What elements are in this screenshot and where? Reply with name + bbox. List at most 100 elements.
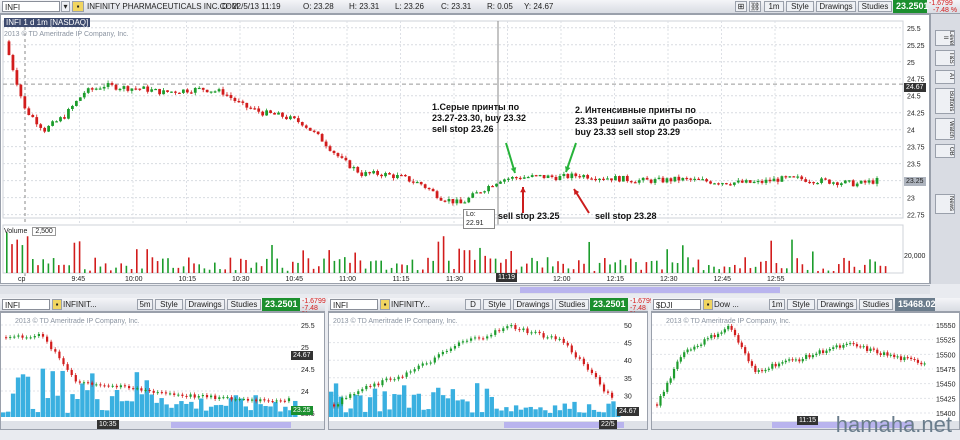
volume-bar — [661, 269, 663, 273]
sidebar-tab-at[interactable]: AT — [935, 70, 955, 84]
volume-bar — [718, 269, 720, 273]
candle-body — [67, 108, 70, 119]
volume-bar — [281, 267, 284, 273]
candle-body — [58, 351, 61, 359]
studies-button[interactable]: Studies — [858, 1, 892, 12]
link-icon[interactable]: ▪ — [72, 1, 84, 12]
volume-bar — [611, 401, 616, 417]
bl-toolbar: INFI ▪ INFINIT... 5m Style Drawings Stud… — [0, 298, 326, 318]
sidebar-tab-buttons[interactable]: Buttons — [935, 88, 955, 114]
candle-body — [17, 335, 20, 337]
grid-icon[interactable]: ⊞ — [735, 1, 747, 12]
br-style-button[interactable]: Style — [787, 299, 815, 310]
candle-body — [110, 83, 114, 85]
candle-body — [185, 395, 188, 397]
volume-bar — [422, 269, 424, 273]
bl-drawings-button[interactable]: Drawings — [185, 299, 225, 310]
br-interval-button[interactable]: 1m — [769, 299, 785, 310]
candle-body — [614, 176, 617, 181]
volume-bar — [604, 258, 606, 273]
candle-body — [177, 394, 180, 396]
candle-body — [400, 175, 403, 177]
candle-body — [839, 183, 843, 186]
bl-link-icon[interactable]: ▪ — [52, 299, 62, 310]
interval-button[interactable]: 1m — [764, 1, 784, 12]
axis-tick-label: 25.5 — [301, 323, 315, 330]
candle-body — [683, 352, 686, 358]
candle-body — [132, 388, 135, 390]
axis-tick-label: 15475 — [936, 367, 956, 374]
br-symbol-input[interactable]: $DJI — [653, 299, 701, 310]
volume-bar — [505, 259, 507, 273]
volume-bar — [567, 268, 570, 273]
style-button[interactable]: Style — [786, 1, 814, 12]
bm-studies-button[interactable]: Studies — [555, 299, 589, 310]
symbol-input[interactable]: INFI — [2, 1, 60, 12]
candle-body — [281, 112, 284, 117]
bm-interval-button[interactable]: D — [465, 299, 481, 310]
candle-body — [285, 116, 288, 120]
candle-body — [103, 385, 106, 387]
main-scrollbar[interactable] — [0, 285, 930, 294]
volume-bar — [635, 262, 637, 273]
candle-body — [197, 396, 200, 398]
br-link-icon[interactable]: ▪ — [703, 299, 713, 310]
bl-style-button[interactable]: Style — [155, 299, 183, 310]
candle-body — [209, 91, 213, 93]
sidebar-tab-ts[interactable]: T&S — [935, 50, 955, 66]
drawings-button[interactable]: Drawings — [816, 1, 856, 12]
main-price-chart[interactable]: 25.525.252524.7524.524.252423.7523.523.2… — [1, 15, 929, 283]
volume-bar — [656, 260, 658, 273]
time-tick-label: cp — [18, 276, 26, 283]
volume-bar — [562, 263, 564, 273]
bm-link-icon[interactable]: ▪ — [380, 299, 390, 310]
volume-bar — [26, 236, 29, 273]
volume-bar — [484, 388, 490, 417]
volume-bar — [6, 232, 8, 273]
candle-body — [720, 332, 723, 334]
volume-bar — [104, 410, 110, 417]
sidebar-tab-level2[interactable]: Level II — [935, 30, 955, 46]
bm-symbol-input[interactable]: INFI — [330, 299, 378, 310]
bm-style-button[interactable]: Style — [483, 299, 511, 310]
price-tick-label: 24.5 — [907, 94, 921, 101]
bl-symbol-input[interactable]: INFI — [2, 299, 50, 310]
volume-bar — [214, 262, 216, 273]
candle-body — [522, 328, 525, 331]
candle-body — [669, 178, 673, 182]
volume-bar — [791, 239, 793, 273]
volume-bar — [440, 395, 446, 417]
volume-bar — [557, 410, 563, 417]
volume-bar — [130, 269, 133, 273]
volume-bar — [874, 261, 876, 273]
candle-body — [148, 389, 151, 391]
volume-bar — [426, 409, 431, 417]
volume-axis-label: 20,000 — [904, 253, 926, 260]
candle-body — [273, 112, 276, 115]
candle-body — [193, 394, 196, 398]
candle-body — [510, 177, 514, 179]
volume-bar — [448, 260, 450, 273]
candle-body — [41, 334, 45, 337]
bl-price-chart[interactable]: 25.52524.52423.5 — [1, 313, 324, 429]
chain-icon[interactable]: ⛓ — [749, 1, 761, 12]
volume-bar — [255, 262, 258, 273]
candle-body — [788, 359, 791, 361]
main-scrollbar-thumb[interactable] — [520, 287, 780, 293]
candle-body — [893, 354, 896, 358]
main-toolbar: INFI ▾ ▪ INFINITY PHARMACEUTICALS INC.CO… — [0, 0, 960, 14]
br-drawings-button[interactable]: Drawings — [817, 299, 857, 310]
bm-price-chart[interactable]: 504540353025 — [329, 313, 647, 429]
symbol-dropdown-button[interactable]: ▾ — [61, 1, 70, 12]
sidebar-tab-news[interactable]: News — [935, 194, 955, 214]
axis-tick-label: 15450 — [936, 382, 956, 389]
volume-bar — [796, 258, 798, 273]
volume-bar — [666, 249, 668, 273]
br-studies-button[interactable]: Studies — [859, 299, 893, 310]
sidebar-tab-watch[interactable]: Watch — [935, 118, 955, 140]
bl-studies-button[interactable]: Studies — [227, 299, 261, 310]
bm-drawings-button[interactable]: Drawings — [513, 299, 553, 310]
candle-body — [872, 348, 875, 350]
bl-interval-button[interactable]: 5m — [137, 299, 153, 310]
sidebar-tab-ob[interactable]: OB — [935, 144, 955, 158]
